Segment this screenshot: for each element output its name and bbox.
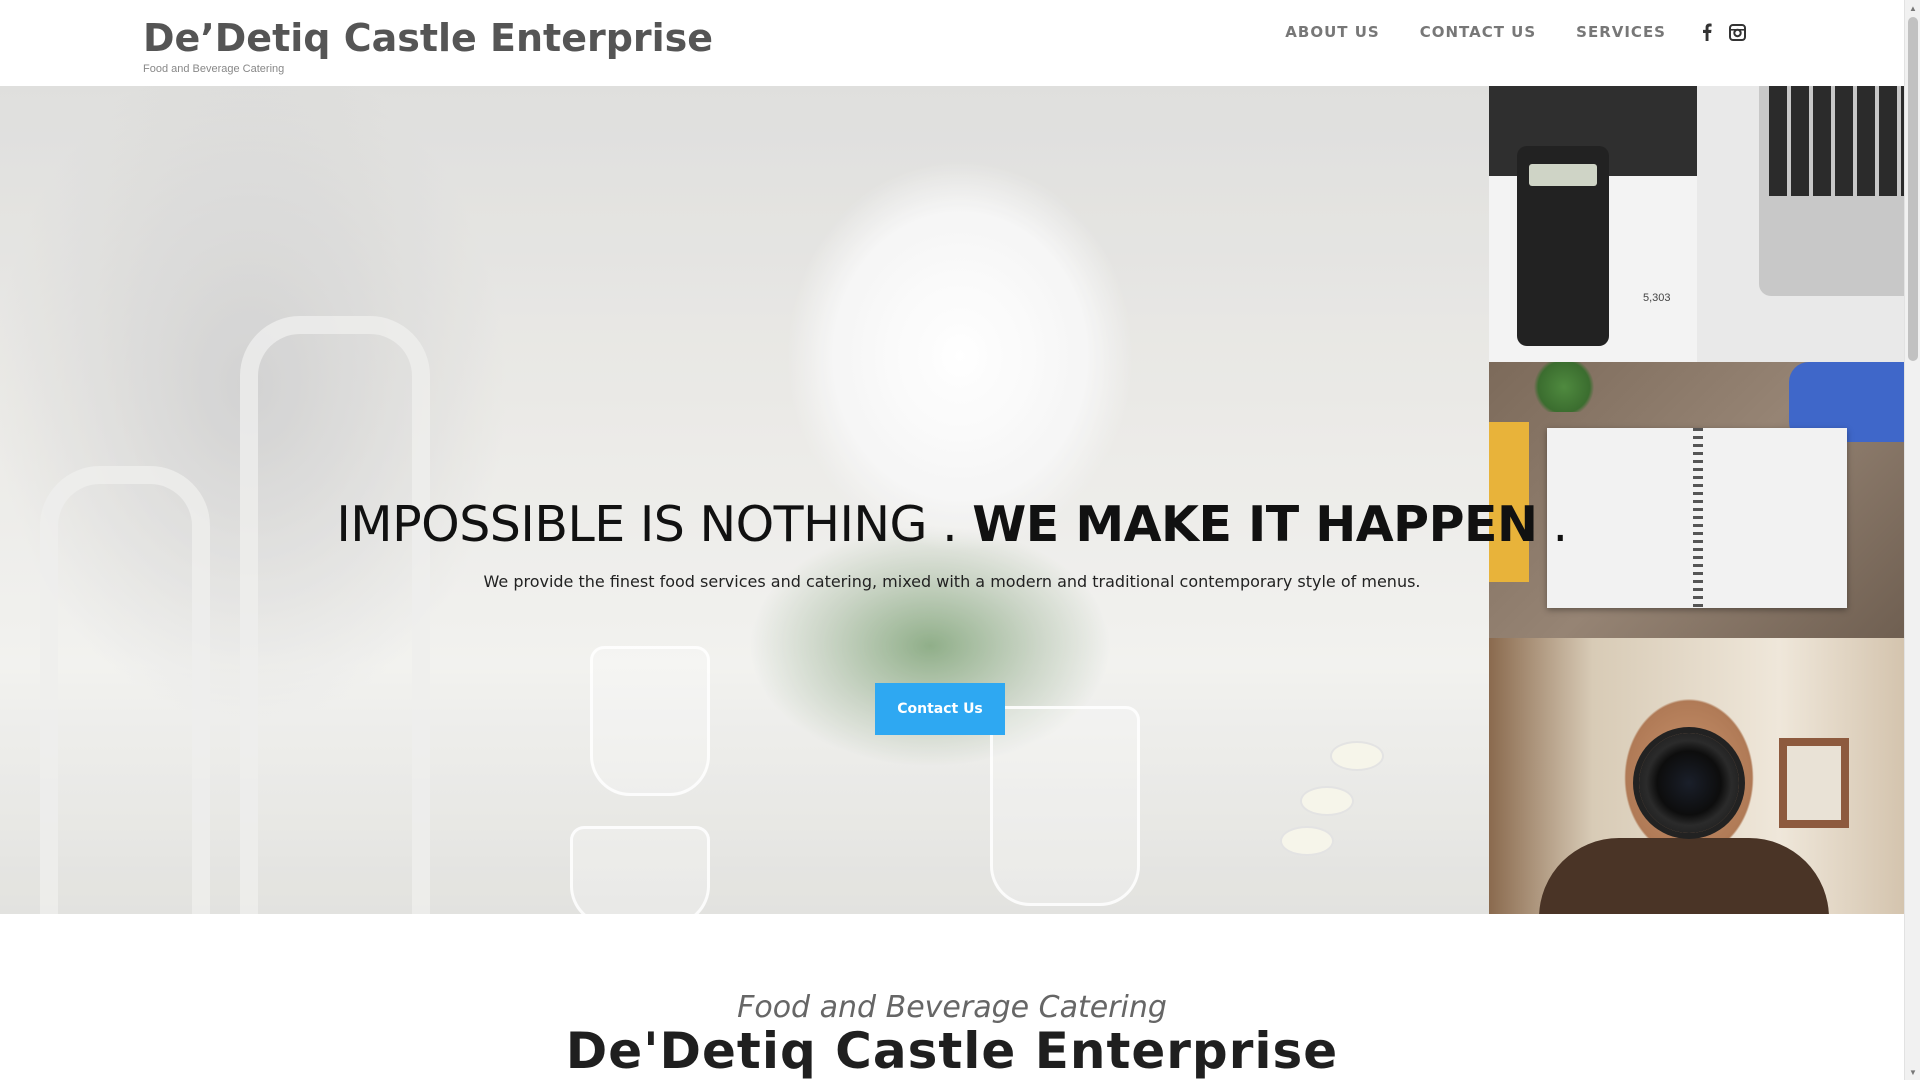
scrollbar-thumb[interactable] xyxy=(1908,17,1918,361)
brand[interactable]: De’Detiq Castle Enterprise Food and Beve… xyxy=(143,14,713,75)
nav-contact-us[interactable]: CONTACT US xyxy=(1420,20,1536,44)
headline-part-strong: WE MAKE IT HAPPEN xyxy=(972,496,1538,553)
facebook-icon[interactable] xyxy=(1698,21,1716,43)
headline-part-end: . xyxy=(1537,496,1569,553)
intro-kicker: Food and Beverage Catering xyxy=(737,990,1167,1025)
nav-about-us[interactable]: ABOUT US xyxy=(1285,20,1379,44)
intro-title: De'Detiq Castle Enterprise xyxy=(565,1022,1339,1080)
vertical-scrollbar[interactable]: ▲ ▼ xyxy=(1904,0,1920,1080)
contact-us-button[interactable]: Contact Us xyxy=(875,683,1005,735)
hero-headline: IMPOSSIBLE IS NOTHING . WE MAKE IT HAPPE… xyxy=(0,496,1904,555)
hero-section: 5,303 IMPOSSIBLE IS NOTHING . WE MAKE IT… xyxy=(0,86,1904,914)
hero-content: IMPOSSIBLE IS NOTHING . WE MAKE IT HAPPE… xyxy=(0,86,1904,914)
nav-services[interactable]: SERVICES xyxy=(1576,20,1666,44)
site-header: De’Detiq Castle Enterprise Food and Beve… xyxy=(0,0,1904,86)
intro-section: Food and Beverage Catering De'Detiq Cast… xyxy=(0,914,1904,1080)
scroll-up-arrow-icon[interactable]: ▲ xyxy=(1905,0,1920,16)
instagram-icon[interactable] xyxy=(1728,21,1746,43)
brand-title[interactable]: De’Detiq Castle Enterprise xyxy=(143,14,713,62)
brand-tagline: Food and Beverage Catering xyxy=(143,63,285,75)
hero-subheading: We provide the finest food services and … xyxy=(483,572,1421,591)
main-nav: ABOUT US CONTACT US SERVICES xyxy=(1245,20,1746,44)
scroll-down-arrow-icon[interactable]: ▼ xyxy=(1905,1064,1920,1080)
headline-part-light: IMPOSSIBLE IS NOTHING . xyxy=(336,496,973,553)
